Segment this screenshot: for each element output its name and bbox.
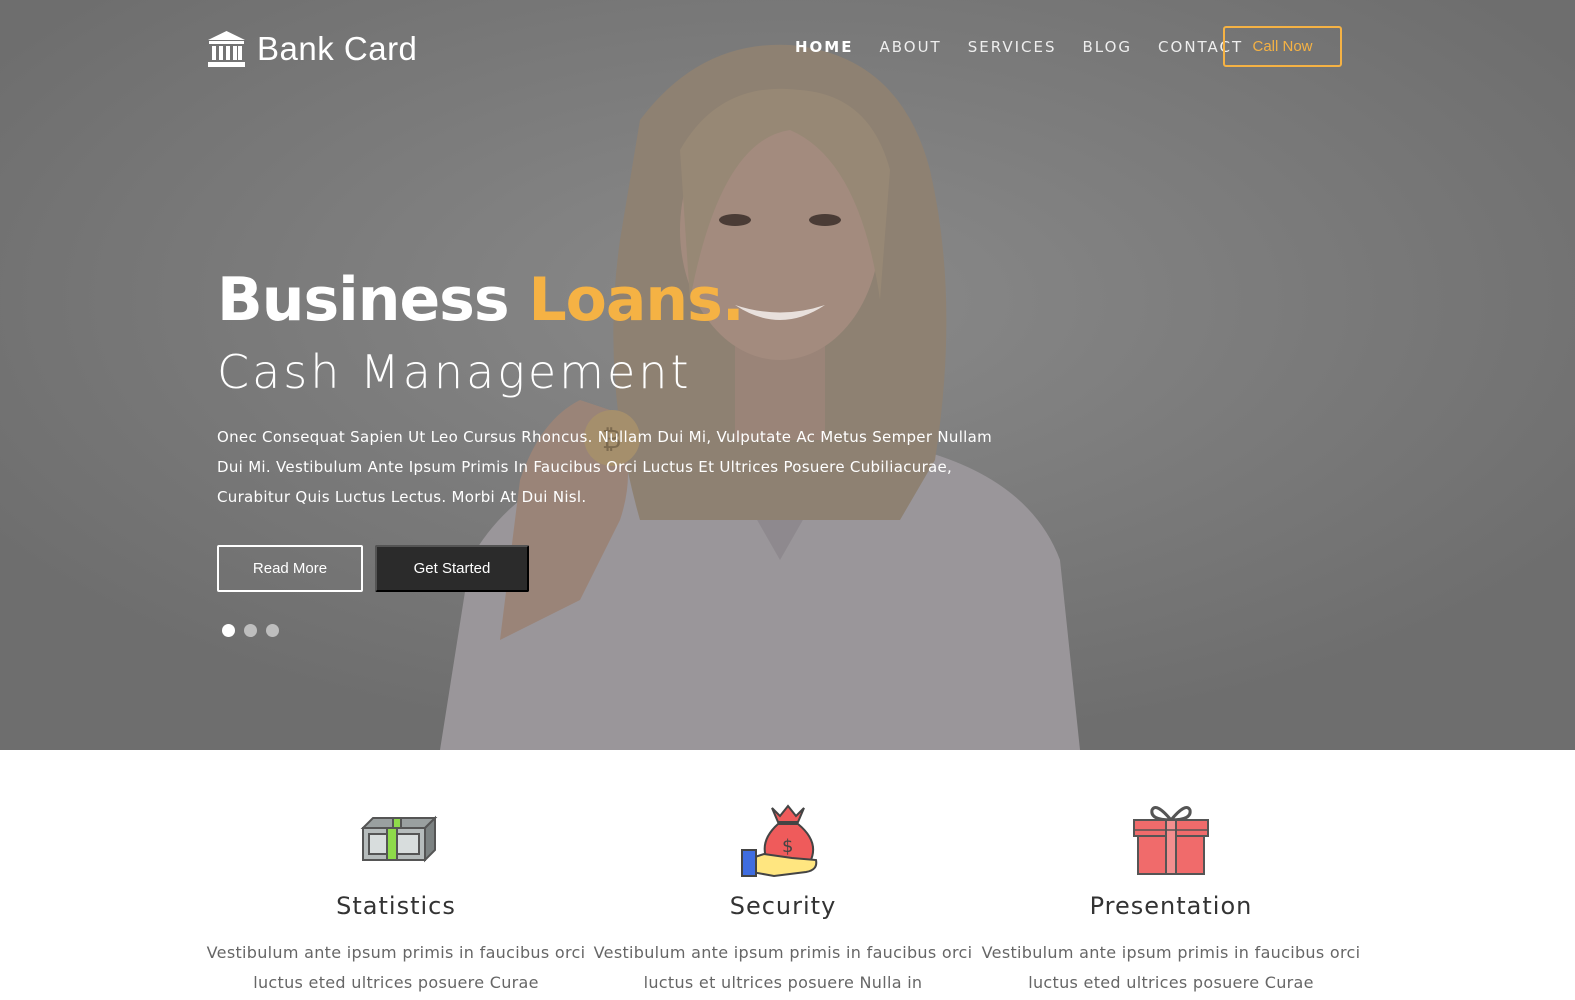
feature-text: Vestibulum ante ipsum primis in faucibus…	[981, 943, 1361, 992]
hero-section: ₿ Bank Card HOME ABOUT SERVICES BLOG CON…	[0, 0, 1575, 750]
cash-stack-icon	[360, 815, 438, 863]
feature-title: Security	[729, 892, 837, 920]
main-menu: HOME ABOUT SERVICES BLOG CONTACT	[795, 38, 1269, 56]
slider-dot-2[interactable]	[244, 624, 257, 637]
brand-name: Bank Card	[257, 30, 418, 67]
top-nav: Bank Card HOME ABOUT SERVICES BLOG CONTA…	[0, 0, 1575, 100]
hero-buttons: Read More Get Started	[217, 545, 529, 592]
call-now-button[interactable]: Call Now	[1223, 26, 1342, 67]
bank-icon	[208, 31, 245, 67]
nav-home[interactable]: HOME	[795, 38, 853, 56]
slider-dot-1[interactable]	[222, 624, 235, 637]
nav-blog[interactable]: BLOG	[1083, 38, 1133, 56]
features-section: Statistics Vestibulum ante ipsum primis …	[0, 750, 1575, 1000]
money-bag-hand-icon: $	[741, 804, 818, 878]
feature-title: Statistics	[336, 892, 456, 920]
feature-title: Presentation	[1089, 892, 1253, 920]
read-more-button[interactable]: Read More	[217, 545, 363, 592]
gift-box-icon	[1133, 806, 1209, 875]
slider-dots	[222, 624, 279, 637]
get-started-button[interactable]: Get Started	[375, 545, 529, 592]
feature-security: $ Security Vestibulum ante ipsum primis …	[589, 798, 977, 998]
hero-subtitle: Cash Management	[217, 345, 692, 399]
hero-description: Onec Consequat Sapien Ut Leo Cursus Rhon…	[217, 428, 993, 506]
hero-content: Business Loans. Cash Management Onec Con…	[217, 262, 1017, 512]
nav-services[interactable]: SERVICES	[968, 38, 1057, 56]
slider-dot-3[interactable]	[266, 624, 279, 637]
hero-title: Business Loans.	[217, 262, 1017, 338]
hero-title-accent: Loans.	[528, 265, 744, 335]
feature-statistics: Statistics Vestibulum ante ipsum primis …	[202, 798, 590, 998]
brand-logo[interactable]: Bank Card	[208, 30, 417, 68]
svg-text:$: $	[782, 836, 793, 857]
nav-about[interactable]: ABOUT	[879, 38, 941, 56]
feature-text: Vestibulum ante ipsum primis in faucibus…	[593, 943, 973, 992]
feature-presentation: Presentation Vestibulum ante ipsum primi…	[977, 798, 1365, 998]
hero-title-main: Business	[217, 265, 529, 335]
feature-text: Vestibulum ante ipsum primis in faucibus…	[206, 943, 586, 992]
